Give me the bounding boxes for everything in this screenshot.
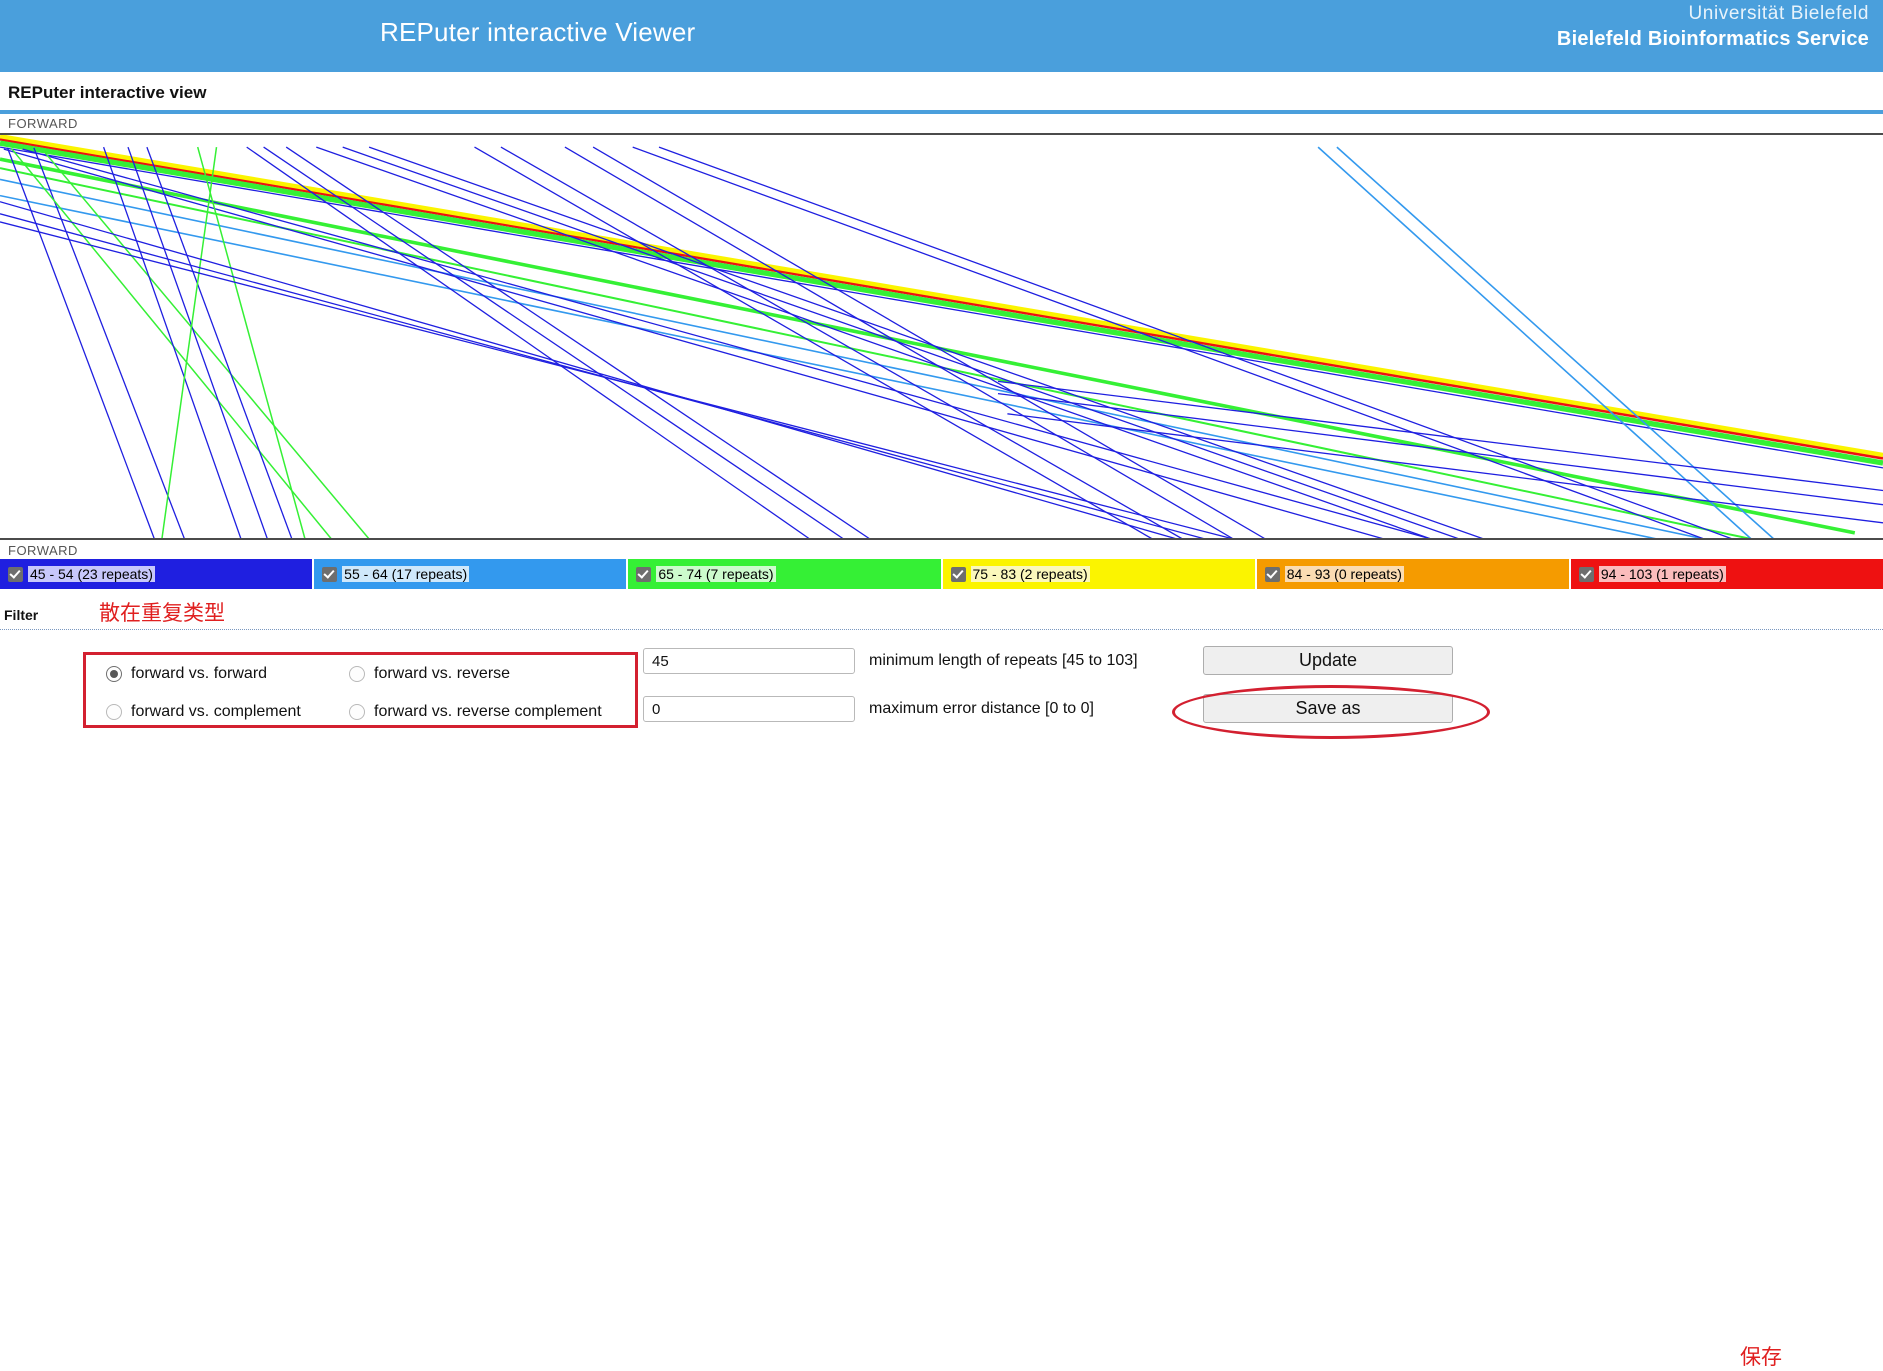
radio-forward-vs-forward[interactable]: forward vs. forward [106,665,267,683]
radio-label: forward vs. reverse complement [374,703,602,720]
legend-item[interactable]: 75 - 83 (2 repeats) [942,559,1257,589]
max-error-input[interactable] [643,696,855,722]
radio-label: forward vs. complement [131,703,301,720]
update-button[interactable]: Update [1203,646,1453,675]
repeat-segment[interactable] [0,137,1883,460]
repeat-segment[interactable] [1336,146,1775,539]
repeat-dotplot[interactable]: FORWARD FORWARD [0,114,1883,559]
plot-bottom-axis-line [0,538,1883,540]
legend-checkbox[interactable] [322,566,338,582]
repeat-segment[interactable] [33,147,186,539]
legend-item-label: 55 - 64 (17 repeats) [342,566,470,582]
repeat-segment[interactable] [0,167,1752,539]
repeat-segment[interactable] [0,157,1856,535]
filter-divider [0,629,1883,630]
radio-dot[interactable] [106,704,122,720]
filter-section-label: Filter [4,607,39,623]
repeat-segment[interactable] [285,146,871,539]
max-error-caption: maximum error distance [0 to 0] [869,700,1094,717]
plot-canvas[interactable] [0,135,1883,539]
save-as-button[interactable]: Save as [1203,694,1453,723]
legend-checkbox[interactable] [636,566,652,582]
repeat-segment[interactable] [40,147,370,539]
legend-item[interactable]: 84 - 93 (0 repeats) [1256,559,1571,589]
legend-item[interactable]: 65 - 74 (7 repeats) [628,559,943,589]
app-title: REPuter interactive Viewer [380,17,696,47]
repeat-segment[interactable] [196,146,306,539]
annotation-save: 保存 [1740,1346,1782,1369]
radio-forward-vs-reverse[interactable]: forward vs. reverse [349,665,510,683]
service-name: Bielefeld Bioinformatics Service [1556,28,1869,50]
radio-forward-vs-complement[interactable]: forward vs. complement [106,703,301,721]
legend-item-label: 84 - 93 (0 repeats) [1284,566,1404,582]
repeat-segment[interactable] [658,146,1733,539]
legend-item[interactable]: 55 - 64 (17 repeats) [314,559,629,589]
repeat-segment[interactable] [0,201,1178,539]
repeat-segment[interactable] [368,146,1485,539]
page-title: REPuter interactive view [0,72,1883,114]
legend-item-label: 75 - 83 (2 repeats) [970,566,1090,582]
repeat-segment[interactable] [263,146,844,539]
repeat-segment[interactable] [0,140,1883,466]
banner-branding: Universität Bielefeld Bielefeld Bioinfor… [1557,2,1869,52]
radio-forward-vs-reverse-complement[interactable]: forward vs. reverse complement [349,703,602,721]
repeat-segment[interactable] [0,146,1883,469]
repeat-segment[interactable] [10,147,332,539]
repeat-segment[interactable] [342,146,1460,539]
repeat-segment[interactable] [564,146,1234,539]
legend-item[interactable]: 94 - 103 (1 repeats) [1570,559,1883,589]
repeat-segment[interactable] [1007,413,1883,524]
app-banner: REPuter interactive Viewer Universität B… [0,0,1883,72]
legend-item-label: 45 - 54 (23 repeats) [28,566,155,582]
plot-top-axis-line [0,133,1883,135]
min-length-input[interactable] [643,648,855,674]
repeat-length-legend[interactable]: 45 - 54 (23 repeats) 55 - 64 (17 repeats)… [0,559,1883,589]
legend-checkbox[interactable] [950,566,966,582]
repeat-segment[interactable] [146,146,293,539]
legend-checkbox[interactable] [8,566,23,582]
repeat-segment[interactable] [127,146,269,539]
radio-label: forward vs. forward [131,665,268,682]
min-length-caption: minimum length of repeats [45 to 103] [869,652,1138,669]
radio-dot[interactable] [349,666,365,682]
legend-item-label: 94 - 103 (1 repeats) [1598,566,1726,582]
repeat-segment[interactable] [0,135,1883,458]
annotation-repeat-type: 散在重复类型 [99,602,225,625]
legend-item-label: 65 - 74 (7 repeats) [656,566,776,582]
min-length-row: minimum length of repeats [45 to 103] [643,648,1138,674]
repeat-segment[interactable] [102,146,242,539]
legend-checkbox[interactable] [1578,566,1594,582]
university-name: Universität Bielefeld [1688,3,1869,24]
radio-dot[interactable] [349,704,365,720]
radio-label: forward vs. reverse [374,665,511,682]
max-error-row: maximum error distance [0 to 0] [643,696,1094,722]
repeat-segment[interactable] [316,146,1432,539]
repeat-segment[interactable] [474,146,1153,539]
plot-top-axis-label: FORWARD [8,116,78,131]
filter-panel: Filter 散在重复类型 forward vs. forward forward… [0,589,1883,1369]
comparison-mode-group[interactable]: forward vs. forward forward vs. reverse fo… [83,652,638,728]
repeat-segment[interactable] [500,146,1183,539]
legend-item[interactable]: 45 - 54 (23 repeats) [0,559,315,589]
repeat-segment[interactable] [997,392,1883,506]
plot-bottom-axis-label: FORWARD [8,543,78,558]
radio-dot[interactable] [106,666,122,682]
legend-checkbox[interactable] [1264,566,1280,582]
